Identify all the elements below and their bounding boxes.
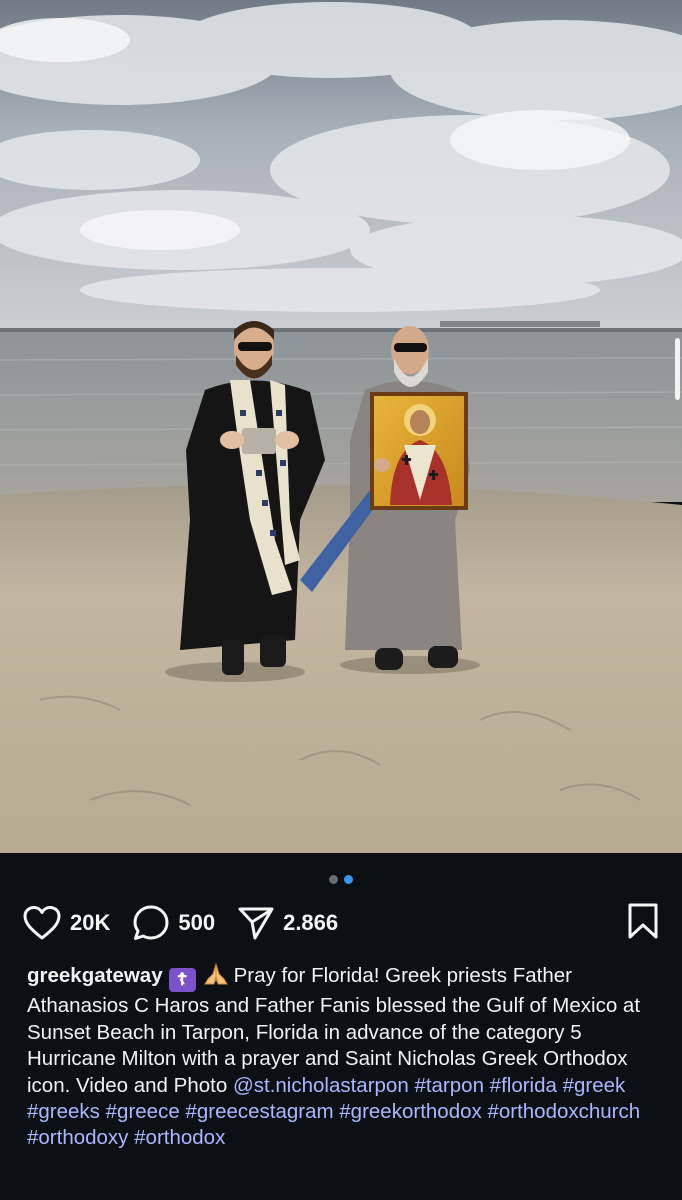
like-button[interactable]: 20K [22, 905, 110, 941]
mention-link[interactable]: @st.nicholastarpon [233, 1074, 409, 1097]
hashtag[interactable]: #orthodoxchurch [487, 1100, 640, 1123]
pray-icon [202, 962, 230, 993]
hashtag[interactable]: #greece [106, 1100, 180, 1123]
save-button[interactable] [626, 902, 660, 945]
hashtag[interactable]: #tarpon [414, 1074, 484, 1097]
comment-count[interactable]: 500 [178, 910, 215, 936]
bookmark-icon [626, 903, 660, 944]
carousel-indicator [0, 873, 682, 885]
scrollbar[interactable] [675, 338, 680, 400]
like-count[interactable]: 20K [70, 910, 110, 936]
hashtag[interactable]: #greeks [27, 1100, 100, 1123]
heart-icon [22, 905, 62, 941]
hashtag[interactable]: #greekorthodox [339, 1100, 481, 1123]
share-button[interactable]: 2.866 [237, 905, 338, 941]
comment-icon [132, 904, 170, 942]
share-count[interactable]: 2.866 [283, 910, 338, 936]
orthodox-cross-emoji: ☦ [168, 968, 196, 992]
carousel-dot-active[interactable] [344, 874, 353, 884]
username-link[interactable]: greekgateway [27, 964, 163, 987]
hashtag[interactable]: #orthodox [134, 1126, 225, 1149]
comment-button[interactable]: 500 [132, 904, 215, 942]
hashtag[interactable]: #greecestagram [185, 1100, 333, 1123]
carousel-dot[interactable] [329, 874, 338, 884]
post-image[interactable] [0, 0, 682, 853]
post-caption: greekgateway ☦ Pray for Florida! Greek pri… [27, 962, 655, 1152]
share-icon [237, 905, 275, 941]
action-bar: 20K 500 2.866 [22, 900, 660, 946]
hashtag[interactable]: #greek [563, 1074, 626, 1097]
hashtag[interactable]: #florida [490, 1074, 557, 1097]
hashtag[interactable]: #orthodoxy [27, 1126, 128, 1149]
